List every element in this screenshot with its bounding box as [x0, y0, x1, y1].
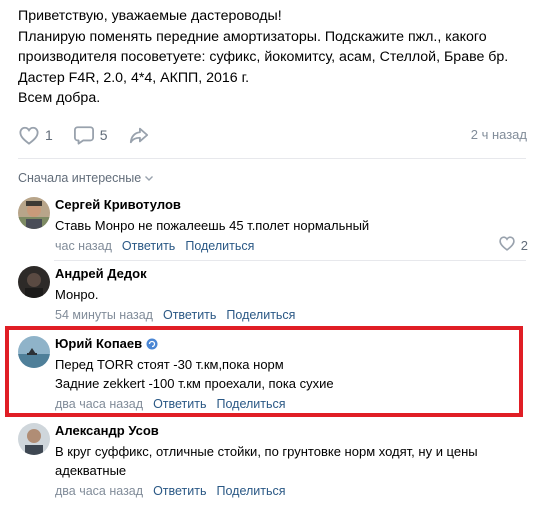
sort-label: Сначала интересные [18, 171, 142, 185]
avatar[interactable] [18, 423, 50, 455]
comment-text-line: Перед TORR стоят -30 т.км,пока норм [55, 357, 284, 372]
share-icon [128, 125, 150, 145]
comment-count: 5 [99, 127, 108, 143]
comment-item: Юрий Копаев Перед TORR стоят -30 т.км,по… [18, 336, 528, 411]
post-actions: 1 5 [18, 124, 170, 146]
post-time: 2 ч назад [470, 127, 527, 142]
comment-time[interactable]: час назад [55, 239, 112, 253]
avatar[interactable] [18, 336, 50, 368]
verified-icon [146, 338, 158, 350]
comment-like-count: 2 [520, 238, 528, 253]
sort-dropdown[interactable]: Сначала интересные [18, 171, 154, 185]
comment-author[interactable]: Юрий Копаев [55, 336, 525, 352]
heart-icon [18, 125, 40, 145]
post-line: Планирую поменять передние амортизаторы.… [18, 28, 487, 45]
comment-time[interactable]: два часа назад [55, 484, 143, 498]
divider [18, 158, 526, 159]
comment-text-line: В круг суффикс, отличные стойки, по грун… [55, 444, 478, 459]
share-link[interactable]: Поделиться [226, 308, 295, 322]
post-line: Всем добра. [18, 90, 101, 106]
comment-text: Ставь Монро не пожалеешь 45 т.полет норм… [55, 218, 370, 233]
comment-meta: час назад Ответить Поделиться [55, 238, 525, 254]
like-button[interactable]: 1 [18, 125, 53, 145]
reply-button[interactable]: Ответить [153, 397, 206, 411]
comment-meta: 54 минуты назад Ответить Поделиться [55, 307, 525, 323]
chevron-down-icon [141, 171, 154, 185]
avatar[interactable] [18, 197, 50, 229]
reply-button[interactable]: Ответить [122, 239, 175, 253]
share-link[interactable]: Поделиться [217, 484, 286, 498]
comment-like-button[interactable]: 2 [498, 235, 528, 256]
post-line: производителя посоветуете: суфикс, йоком… [18, 49, 509, 65]
comment-button[interactable]: 5 [73, 125, 108, 145]
comment-text: Перед TORR стоят -30 т.км,пока норм Задн… [55, 355, 525, 393]
comment-author[interactable]: Андрей Дедок [55, 266, 525, 282]
comment-meta: два часа назад Ответить Поделиться [55, 396, 525, 412]
comment-author-name: Юрий Копаев [55, 336, 143, 351]
comment-meta: два часа назад Ответить Поделиться [55, 483, 525, 499]
post-line: Дастер F4R, 2.0, 4*4, АКПП, 2016 г. [18, 69, 250, 86]
share-link[interactable]: Поделиться [185, 239, 254, 253]
comment-item: Сергей Кривотулов Ставь Монро не пожалее… [18, 197, 528, 257]
comment-icon [73, 125, 95, 145]
comment-author[interactable]: Александр Усов [55, 423, 525, 439]
comment-text-line: Задние zekkert -100 т.км проехали, пока … [55, 376, 334, 391]
like-count: 1 [45, 127, 53, 143]
comment-time[interactable]: два часа назад [55, 397, 143, 411]
reply-button[interactable]: Ответить [153, 484, 206, 498]
comment-item: Андрей Дедок Монро. 54 минуты назад Ответ… [18, 266, 528, 322]
comment-text: В круг суффикс, отличные стойки, по грун… [55, 442, 525, 480]
share-link[interactable]: Поделиться [217, 397, 286, 411]
comment-text-line: адекватные [55, 463, 127, 478]
post-text: Приветствую, уважаемые дастероводы! План… [18, 6, 528, 109]
reply-button[interactable]: Ответить [163, 308, 216, 322]
comment-time[interactable]: 54 минуты назад [55, 308, 153, 322]
heart-icon [498, 235, 516, 256]
share-button[interactable] [128, 125, 150, 145]
comment-divider [54, 260, 526, 261]
comment-item: Александр Усов В круг суффикс, отличные … [18, 423, 528, 498]
avatar[interactable] [18, 266, 50, 298]
post-line: Приветствую, уважаемые дастероводы! [18, 8, 282, 24]
comment-text: Монро. [55, 287, 99, 302]
comment-author[interactable]: Сергей Кривотулов [55, 197, 525, 213]
